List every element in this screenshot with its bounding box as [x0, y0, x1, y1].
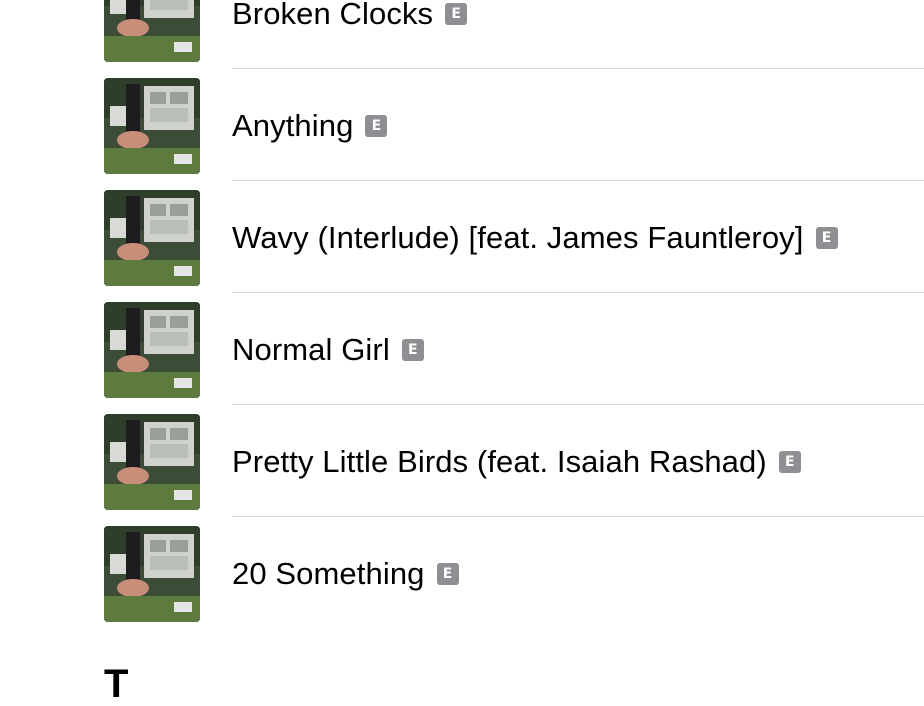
explicit-icon: E: [436, 563, 459, 585]
song-title: Normal Girl: [232, 332, 390, 367]
song-row[interactable]: Pretty Little Birds (feat. Isaiah Rashad…: [0, 390, 924, 517]
song-title: Wavy (Interlude) [feat. James Fauntleroy…: [232, 220, 804, 255]
explicit-icon: E: [815, 227, 838, 249]
song-title-line: Broken Clocks E: [232, 0, 468, 32]
song-title-line: Normal Girl E: [232, 332, 424, 368]
explicit-icon: E: [445, 3, 468, 25]
section-index-letter: T: [104, 662, 129, 706]
album-artwork: [104, 190, 200, 286]
song-row[interactable]: 20 Something E: [0, 502, 924, 622]
album-artwork: [104, 0, 200, 62]
explicit-icon: E: [778, 451, 801, 473]
song-title-line: Wavy (Interlude) [feat. James Fauntleroy…: [232, 220, 838, 256]
song-title: Pretty Little Birds (feat. Isaiah Rashad…: [232, 444, 767, 479]
explicit-icon: E: [365, 115, 388, 137]
song-row[interactable]: Broken Clocks E: [0, 0, 924, 69]
song-row[interactable]: Anything E: [0, 54, 924, 181]
song-title-line: Anything E: [232, 108, 388, 144]
album-artwork: [104, 526, 200, 622]
album-artwork: [104, 414, 200, 510]
song-title-line: Pretty Little Birds (feat. Isaiah Rashad…: [232, 444, 801, 480]
album-artwork: [104, 78, 200, 174]
song-title: 20 Something: [232, 556, 425, 591]
explicit-icon: E: [401, 339, 424, 361]
album-artwork: [104, 302, 200, 398]
song-title: Broken Clocks: [232, 0, 434, 31]
song-row[interactable]: Wavy (Interlude) [feat. James Fauntleroy…: [0, 166, 924, 293]
song-row[interactable]: Normal Girl E: [0, 278, 924, 405]
song-title-line: 20 Something E: [232, 556, 459, 592]
song-title: Anything: [232, 108, 354, 143]
